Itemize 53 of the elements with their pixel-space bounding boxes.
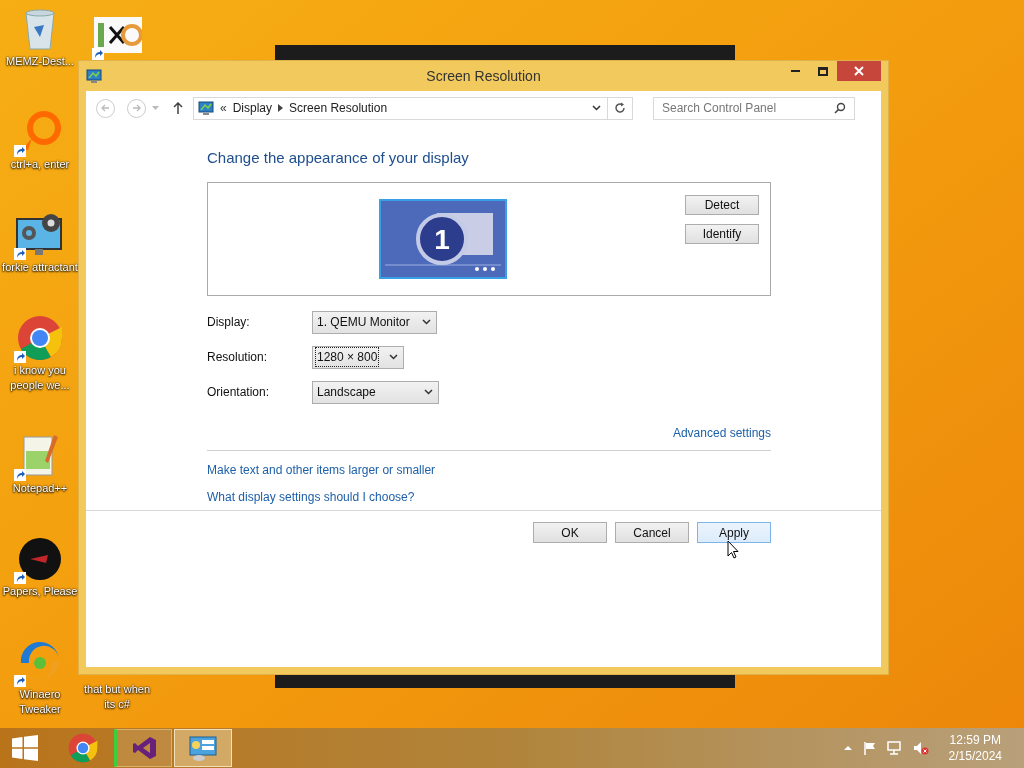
chevron-down-icon — [389, 354, 399, 360]
breadcrumb-arrow-icon[interactable] — [278, 104, 284, 112]
chevron-down-icon — [592, 105, 601, 111]
dropdown[interactable]: 1. QEMU Monitor — [312, 310, 437, 334]
advanced-settings-link[interactable]: Advanced settings — [672, 423, 771, 442]
help-link[interactable]: What display settings should I choose? — [207, 487, 415, 506]
dark-disc-icon — [18, 537, 62, 581]
address-bar[interactable]: « Display Screen Resolution — [193, 96, 633, 120]
dropdown-value: 1280 × 800 — [315, 347, 380, 367]
panel-button[interactable]: Detect — [685, 194, 759, 215]
network-icon[interactable] — [886, 741, 903, 755]
muted-speaker-icon[interactable] — [912, 741, 929, 755]
chrome-icon — [68, 733, 98, 763]
search-placeholder: Search Control Panel — [662, 100, 777, 117]
refresh-icon[interactable] — [614, 102, 626, 114]
search-field[interactable]: Search Control Panel — [653, 96, 855, 120]
breadcrumb-item[interactable]: Screen Resolution — [289, 99, 388, 117]
field-label: Display: — [207, 314, 251, 331]
windows-logo-icon — [12, 735, 38, 761]
dropdown[interactable]: Landscape — [312, 380, 439, 404]
back-arrow-icon — [101, 104, 110, 112]
window-title: Screen Resolution — [426, 66, 541, 86]
help-link[interactable]: Make text and other items larger or smaller — [207, 460, 436, 479]
monitor-icon — [198, 101, 214, 115]
field-label: Orientation: — [207, 384, 271, 401]
close-icon — [854, 66, 864, 76]
dropdown-value: Landscape — [316, 384, 377, 401]
field-label: Resolution: — [207, 349, 269, 366]
clock-time: 12:59 PM — [949, 732, 1001, 748]
overflow-chevron[interactable]: « — [220, 99, 227, 117]
close-button[interactable] — [837, 61, 881, 81]
search-icon — [834, 102, 846, 114]
dialog-button[interactable]: Apply — [697, 522, 771, 543]
clock-date: 2/15/2024 — [948, 748, 1002, 764]
chrome-icon — [17, 315, 63, 361]
dialog-button[interactable]: OK — [533, 522, 607, 543]
control-panel-icon — [189, 734, 217, 762]
monitor-icon — [86, 69, 102, 83]
breadcrumb-item[interactable]: Display — [232, 99, 273, 117]
monitor-one-drawing[interactable]: 1 — [379, 198, 507, 279]
dropdown-value: 1. QEMU Monitor — [316, 314, 411, 331]
chevron-down-icon — [421, 319, 431, 325]
page-heading: Change the appearance of your display — [207, 148, 470, 168]
show-hidden-icons-icon[interactable] — [842, 745, 853, 751]
up-arrow-icon[interactable] — [173, 102, 183, 114]
panel-button[interactable]: Identify — [685, 223, 759, 244]
dialog-button[interactable]: Cancel — [615, 522, 689, 543]
taskbar-app-button[interactable] — [114, 729, 172, 767]
dropdown[interactable]: 1280 × 800 — [312, 345, 405, 369]
flag-icon[interactable] — [862, 741, 877, 755]
chevron-down-icon — [423, 389, 433, 395]
mouse-cursor-icon — [727, 540, 739, 560]
forward-arrow-icon — [132, 104, 141, 112]
